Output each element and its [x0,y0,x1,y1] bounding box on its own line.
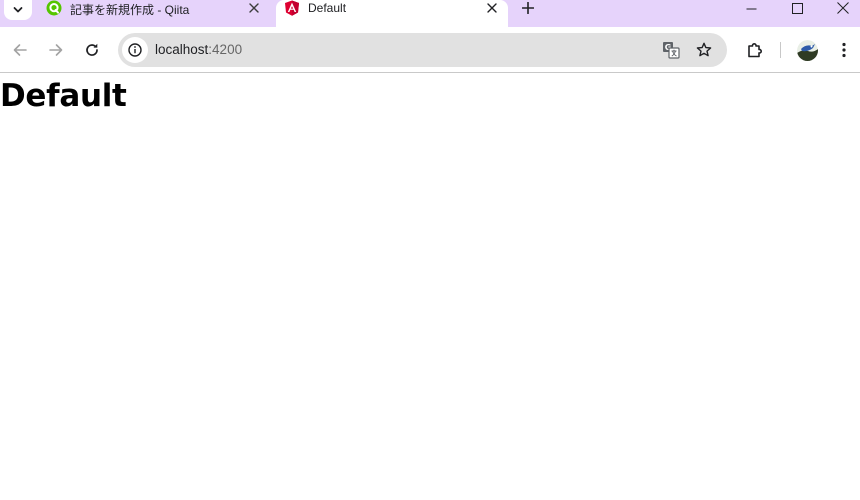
translate-button[interactable]: G [661,40,681,60]
qiita-icon [46,0,62,16]
tab-title: 記事を新規作成 - Qiita [70,3,190,17]
minimize-icon [746,8,756,9]
browser-toolbar: localhost:4200 G [0,27,860,73]
plus-icon [522,2,534,14]
profile-avatar[interactable] [797,40,818,61]
page-content: Default [0,74,860,500]
minimize-button[interactable] [728,0,774,16]
back-button[interactable] [8,38,32,62]
maximize-button[interactable] [774,0,820,16]
profile-avatar-icon [797,40,818,61]
more-vertical-icon [842,42,846,58]
toolbar-divider [780,42,781,58]
page-heading: Default [0,78,127,114]
url-text[interactable]: localhost:4200 [155,42,242,57]
maximize-icon [791,2,803,14]
info-icon [128,43,142,57]
site-info-button[interactable] [122,37,148,63]
angular-icon [285,0,299,16]
tab-strip: 記事を新規作成 - Qiita Default [0,0,860,27]
reload-icon [86,43,98,56]
arrow-left-icon [13,44,27,56]
new-tab-button[interactable] [519,0,537,16]
bookmark-button[interactable] [694,40,714,60]
url-host: localhost [155,42,209,57]
url-port: :4200 [208,42,243,57]
close-tab-icon[interactable] [246,0,262,16]
reload-button[interactable] [80,38,104,62]
translate-icon: G [663,42,680,59]
puzzle-piece-icon [748,43,762,58]
arrow-right-icon [49,44,63,56]
menu-button[interactable] [832,38,856,62]
extensions-button[interactable] [743,38,767,62]
tab-title: Default [308,1,347,15]
tab-default[interactable]: Default [276,0,508,27]
chevron-down-icon [13,7,23,13]
close-window-button[interactable] [820,0,860,16]
address-bar[interactable]: localhost:4200 G [118,33,727,67]
tab-search-button[interactable] [4,0,32,20]
forward-button[interactable] [44,38,68,62]
close-icon [837,2,849,14]
tab-qiita[interactable]: 記事を新規作成 - Qiita [36,0,274,27]
close-tab-icon[interactable] [484,0,500,16]
star-icon [696,42,712,57]
